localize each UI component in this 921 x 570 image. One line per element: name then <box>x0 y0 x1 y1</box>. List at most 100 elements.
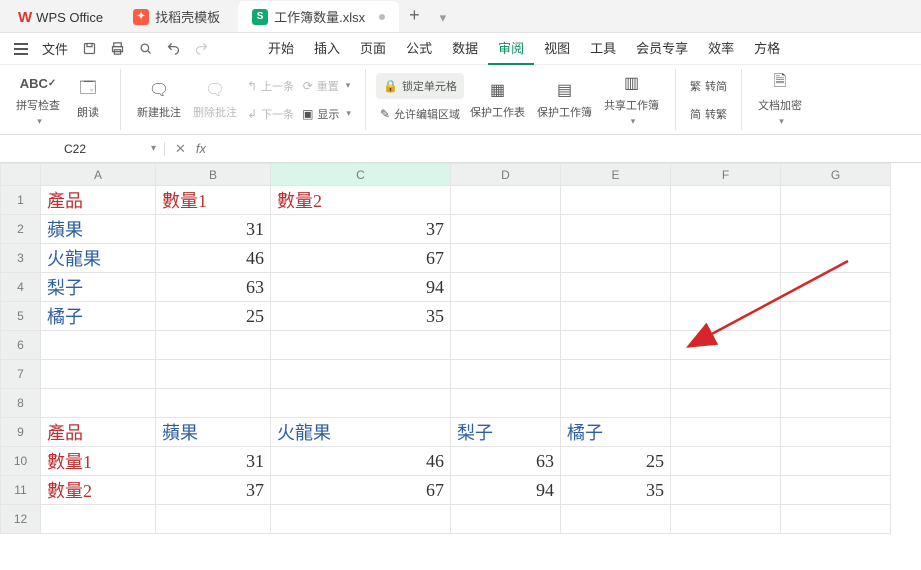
spreadsheet-grid[interactable]: ABCDEFG1產品數量1數量22蘋果31373火龍果46674梨子63945橘… <box>0 163 921 534</box>
new-comment-button[interactable]: 🗨新建批注 <box>131 77 187 122</box>
cell-C9[interactable]: 火龍果 <box>271 418 451 447</box>
cell-F5[interactable] <box>671 302 781 331</box>
allow-edit-area-button[interactable]: ✎允许编辑区域 <box>376 101 464 127</box>
col-header-F[interactable]: F <box>671 164 781 186</box>
cell-E6[interactable] <box>561 331 671 360</box>
protect-sheet-button[interactable]: ▦保护工作表 <box>464 77 531 122</box>
tab-workbook[interactable]: S 工作簿数量.xlsx <box>238 1 399 32</box>
cell-F3[interactable] <box>671 244 781 273</box>
share-book-button[interactable]: ▥共享工作簿 <box>598 70 665 129</box>
row-header-1[interactable]: 1 <box>1 186 41 215</box>
cell-B12[interactable] <box>156 505 271 534</box>
quick-undo-icon[interactable] <box>160 36 186 62</box>
cell-G11[interactable] <box>781 476 891 505</box>
cell-G4[interactable] <box>781 273 891 302</box>
cell-C5[interactable]: 35 <box>271 302 451 331</box>
cell-F6[interactable] <box>671 331 781 360</box>
cell-B9[interactable]: 蘋果 <box>156 418 271 447</box>
cell-G12[interactable] <box>781 505 891 534</box>
cell-D7[interactable] <box>451 360 561 389</box>
cell-B5[interactable]: 25 <box>156 302 271 331</box>
cell-F7[interactable] <box>671 360 781 389</box>
row-header-4[interactable]: 4 <box>1 273 41 302</box>
cell-D3[interactable] <box>451 244 561 273</box>
cell-E12[interactable] <box>561 505 671 534</box>
next-comment-button[interactable]: ↲下一条 <box>243 101 298 127</box>
quick-save-icon[interactable] <box>76 36 102 62</box>
menu-公式[interactable]: 公式 <box>396 32 442 65</box>
cell-A12[interactable] <box>41 505 156 534</box>
cell-G6[interactable] <box>781 331 891 360</box>
menu-视图[interactable]: 视图 <box>534 32 580 65</box>
cell-C1[interactable]: 數量2 <box>271 186 451 215</box>
cell-B3[interactable]: 46 <box>156 244 271 273</box>
cell-B2[interactable]: 31 <box>156 215 271 244</box>
cell-E4[interactable] <box>561 273 671 302</box>
cell-D2[interactable] <box>451 215 561 244</box>
reset-comment-button[interactable]: ⟳重置 <box>298 73 355 99</box>
row-header-5[interactable]: 5 <box>1 302 41 331</box>
row-header-2[interactable]: 2 <box>1 215 41 244</box>
name-box[interactable]: C22▾ <box>0 142 165 156</box>
tab-template-store[interactable]: ✦ 找稻壳模板 <box>119 1 234 32</box>
lock-cell-button[interactable]: 🔒锁定单元格 <box>376 73 464 99</box>
delete-comment-button[interactable]: 🗨删除批注 <box>187 77 243 122</box>
row-header-9[interactable]: 9 <box>1 418 41 447</box>
cell-B10[interactable]: 31 <box>156 447 271 476</box>
cell-C2[interactable]: 37 <box>271 215 451 244</box>
cell-E3[interactable] <box>561 244 671 273</box>
cell-B6[interactable] <box>156 331 271 360</box>
to-traditional-button[interactable]: 简转繁 <box>686 101 731 127</box>
col-header-C[interactable]: C <box>271 164 451 186</box>
cell-F12[interactable] <box>671 505 781 534</box>
cell-C4[interactable]: 94 <box>271 273 451 302</box>
row-header-7[interactable]: 7 <box>1 360 41 389</box>
select-all-corner[interactable] <box>1 164 41 186</box>
cell-D8[interactable] <box>451 389 561 418</box>
quick-print-icon[interactable] <box>104 36 130 62</box>
cell-D5[interactable] <box>451 302 561 331</box>
cell-E10[interactable]: 25 <box>561 447 671 476</box>
row-header-6[interactable]: 6 <box>1 331 41 360</box>
col-header-G[interactable]: G <box>781 164 891 186</box>
cell-E1[interactable] <box>561 186 671 215</box>
cell-A3[interactable]: 火龍果 <box>41 244 156 273</box>
cell-G2[interactable] <box>781 215 891 244</box>
col-header-E[interactable]: E <box>561 164 671 186</box>
show-comment-button[interactable]: ▣显示 <box>298 101 355 127</box>
cell-D10[interactable]: 63 <box>451 447 561 476</box>
row-header-8[interactable]: 8 <box>1 389 41 418</box>
cell-C6[interactable] <box>271 331 451 360</box>
cell-D12[interactable] <box>451 505 561 534</box>
cell-A2[interactable]: 蘋果 <box>41 215 156 244</box>
cell-A1[interactable]: 產品 <box>41 186 156 215</box>
cell-A7[interactable] <box>41 360 156 389</box>
cancel-formula-icon[interactable]: ✕ <box>175 141 186 157</box>
cell-C8[interactable] <box>271 389 451 418</box>
cell-C11[interactable]: 67 <box>271 476 451 505</box>
menu-工具[interactable]: 工具 <box>580 32 626 65</box>
file-menu[interactable]: 文件 <box>36 35 74 62</box>
cell-A8[interactable] <box>41 389 156 418</box>
col-header-A[interactable]: A <box>41 164 156 186</box>
cell-F4[interactable] <box>671 273 781 302</box>
menu-审阅[interactable]: 审阅 <box>488 32 534 65</box>
cell-E8[interactable] <box>561 389 671 418</box>
encrypt-button[interactable]: 🗎文档加密 <box>752 70 808 129</box>
quick-preview-icon[interactable] <box>132 36 158 62</box>
cell-F10[interactable] <box>671 447 781 476</box>
cell-A10[interactable]: 數量1 <box>41 447 156 476</box>
cell-B8[interactable] <box>156 389 271 418</box>
tab-menu-button[interactable]: ▾ <box>430 4 457 32</box>
quick-redo-icon[interactable] <box>188 36 214 62</box>
cell-E5[interactable] <box>561 302 671 331</box>
cell-C3[interactable]: 67 <box>271 244 451 273</box>
row-header-12[interactable]: 12 <box>1 505 41 534</box>
menu-方格[interactable]: 方格 <box>744 32 790 65</box>
cell-A11[interactable]: 數量2 <box>41 476 156 505</box>
to-simplified-button[interactable]: 繁转简 <box>686 73 731 99</box>
cell-D9[interactable]: 梨子 <box>451 418 561 447</box>
menu-插入[interactable]: 插入 <box>304 32 350 65</box>
cell-F1[interactable] <box>671 186 781 215</box>
cell-D4[interactable] <box>451 273 561 302</box>
